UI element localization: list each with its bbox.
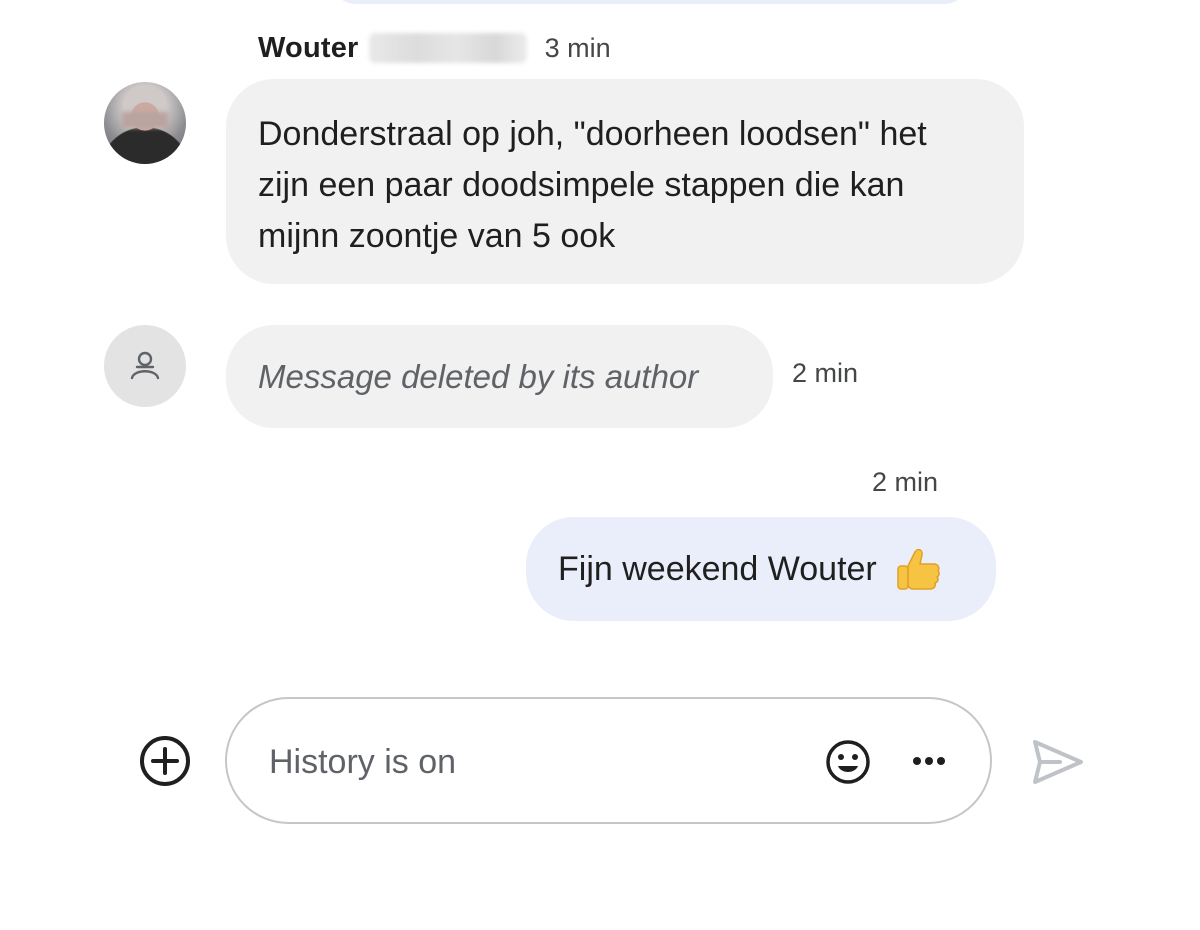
message-time: 2 min <box>872 467 939 497</box>
message-line: zijn een paar doodsimpele stappen die ka… <box>258 166 905 204</box>
emoji-button[interactable] <box>825 739 871 785</box>
person-outline-icon <box>130 351 160 380</box>
deleted-message-bubble: Message deleted by its author <box>226 325 773 428</box>
message-header: Wouter 3 min <box>258 28 611 68</box>
deleted-message-text: Message deleted by its author <box>258 357 699 395</box>
more-horizontal-icon <box>913 757 945 765</box>
message-line: Donderstraal op joh, "doorheen loodsen" … <box>258 115 927 153</box>
message-time: 3 min <box>544 32 611 63</box>
chat-window: Wouter 3 min Donderstraal op joh, "doorh… <box>0 0 1200 930</box>
more-options-button[interactable] <box>907 743 951 779</box>
add-attachment-button[interactable] <box>138 734 192 788</box>
message-time: 2 min <box>792 358 859 388</box>
previous-message-bubble-edge <box>330 0 970 4</box>
send-icon <box>1033 740 1083 784</box>
outgoing-message-text: Fijn weekend Wouter <box>558 549 877 588</box>
outgoing-message-bubble[interactable]: Fijn weekend Wouter <box>526 517 996 621</box>
avatar-redaction <box>122 112 168 128</box>
send-button[interactable] <box>1030 737 1086 787</box>
thumbs-up-icon <box>893 544 943 594</box>
incoming-message-bubble[interactable]: Donderstraal op joh, "doorheen loodsen" … <box>226 79 1024 284</box>
sender-avatar[interactable] <box>104 82 186 164</box>
message-input[interactable] <box>267 735 791 789</box>
deleted-user-avatar-icon <box>104 325 186 407</box>
message-composer[interactable] <box>225 697 992 824</box>
add-circle-icon <box>140 736 190 786</box>
sender-name: Wouter <box>258 31 359 64</box>
emoji-icon <box>826 740 870 784</box>
message-line: mijnn zoontje van 5 ook <box>258 217 616 255</box>
redacted-surname <box>368 33 527 63</box>
